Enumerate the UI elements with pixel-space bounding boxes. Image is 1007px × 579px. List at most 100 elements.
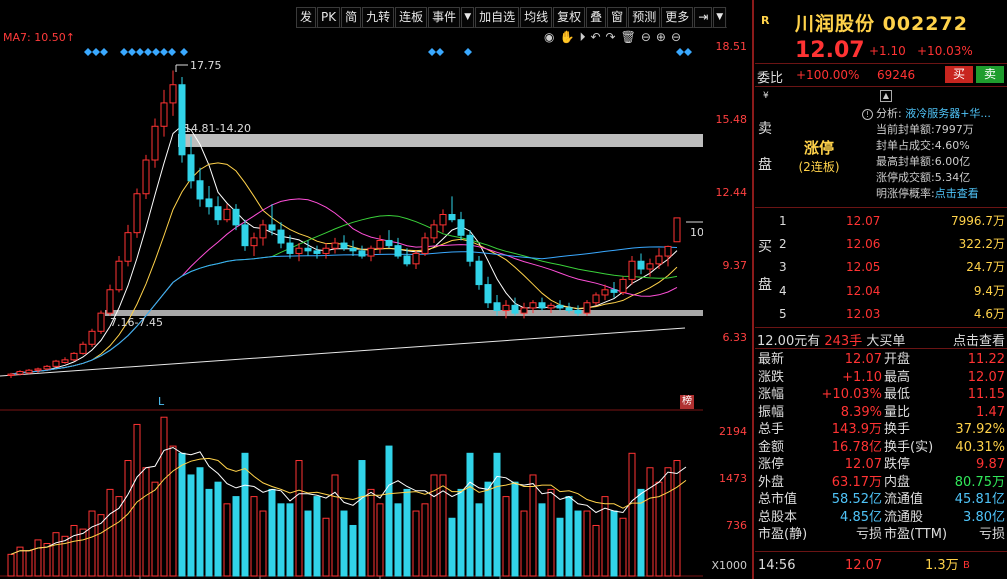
- quote-label: 市盈(静): [758, 527, 808, 542]
- signal-diamond: [160, 48, 168, 56]
- weibi-diff: 69246: [877, 68, 916, 82]
- analysis-val: 4.60%: [934, 139, 970, 152]
- tick-price: 12.07: [845, 558, 883, 573]
- signal-diamond: [684, 48, 692, 56]
- toolbar-adjust[interactable]: 复权: [553, 6, 586, 28]
- bid-row: 2 12.06 322.2万: [779, 234, 1007, 254]
- toolbar-fa[interactable]: 发: [296, 6, 317, 28]
- volume-bar: [169, 445, 177, 577]
- candle-body: [196, 180, 204, 200]
- divider: [755, 327, 1007, 328]
- candle-body: [124, 232, 132, 262]
- bid-price: 12.03: [846, 307, 881, 321]
- logout-icon[interactable]: ⇥: [694, 6, 713, 28]
- candle-body: [547, 304, 555, 309]
- bid-row: 4 12.04 9.4万: [779, 281, 1007, 301]
- candle-body: [439, 214, 447, 226]
- volume-bar: [70, 524, 78, 577]
- candle-body: [655, 255, 663, 265]
- volume-bar: [502, 496, 510, 577]
- axis-label-price: 9.37: [722, 259, 748, 272]
- volume-bar: [412, 510, 420, 577]
- volume-unit: X1000: [711, 559, 747, 572]
- buy-button[interactable]: 买: [945, 66, 973, 83]
- volume-bar: [43, 543, 51, 577]
- volume-bar: [304, 510, 312, 577]
- volume-bar: [421, 503, 429, 577]
- candle-body: [520, 307, 528, 314]
- volume-bar: [160, 416, 168, 577]
- volume-bar: [295, 460, 303, 577]
- collapse-up-icon[interactable]: ▲: [880, 90, 892, 102]
- analysis-key: 封单占成交:: [876, 139, 935, 152]
- signal-diamond: [676, 48, 684, 56]
- toolbar-dropdown[interactable]: ▼: [461, 6, 475, 28]
- axis-label-price: 15.48: [715, 113, 748, 126]
- toolbar-pk[interactable]: PK: [317, 6, 341, 28]
- bid-qty: 7996.7万: [951, 214, 1005, 228]
- bid-level: 1: [779, 214, 787, 228]
- volume-bar: [619, 517, 627, 577]
- candle-body: [151, 125, 159, 161]
- quote-value: 80.75万: [954, 474, 1005, 490]
- toolbar-overlay[interactable]: 叠: [586, 6, 607, 28]
- kline-chart[interactable]: 17.75 14.81-14.20 7.16-7.45 10 L: [0, 28, 703, 579]
- sell-button[interactable]: 卖: [976, 66, 1004, 83]
- weibi-label: 委比: [757, 71, 784, 86]
- bang-badge[interactable]: 榜: [680, 395, 694, 409]
- analysis-link[interactable]: 点击查看: [935, 187, 979, 200]
- volume-bar: [367, 488, 375, 577]
- volume-bar: [205, 488, 213, 577]
- toolbar-events[interactable]: 事件: [428, 6, 461, 28]
- volume-bar: [277, 503, 285, 577]
- axis-label-volume: 1473: [719, 472, 747, 485]
- quote-label: 开盘: [884, 352, 911, 367]
- volume-bar: [313, 496, 321, 577]
- analysis-value[interactable]: 液冷服务器+华...: [905, 107, 991, 120]
- bigbuy-link[interactable]: 点击查看: [953, 330, 1005, 349]
- toolbar-lianban[interactable]: 连板: [395, 6, 428, 28]
- quote-label: 最新: [758, 352, 785, 367]
- candle-body: [448, 214, 456, 221]
- quote-value: 63.17万: [831, 474, 882, 490]
- toolbar-simple[interactable]: 简: [341, 6, 362, 28]
- quote-label: 内盘: [884, 474, 911, 490]
- volume-bar: [574, 510, 582, 577]
- tick-direction: B: [963, 560, 970, 571]
- candle-body: [331, 242, 339, 249]
- candle-body: [79, 343, 87, 354]
- quote-label: 外盘: [758, 474, 785, 490]
- candle-body: [214, 206, 222, 221]
- toolbar-add-watchlist[interactable]: 加自选: [475, 6, 520, 28]
- candle-body: [367, 247, 375, 257]
- signal-diamond: [144, 48, 152, 56]
- price-change: +1.10: [869, 44, 906, 58]
- buy-side-label-2: 盘: [758, 277, 772, 293]
- toolbar-more[interactable]: 更多: [661, 6, 694, 28]
- quote-row: 市盈(静) 亏损 市盈(TTM) 亏损: [757, 526, 1007, 544]
- candle-body: [43, 365, 51, 370]
- analysis-box: ! 分析: 液冷服务器+华... 当前封单额:7997万 封单占成交:4.60% …: [862, 106, 991, 202]
- menu-down-icon[interactable]: ▼: [713, 6, 727, 28]
- toolbar-jiuzhuan[interactable]: 九转: [362, 6, 395, 28]
- candle-body: [286, 242, 294, 254]
- candle-body: [25, 369, 33, 374]
- bid-qty: 4.6万: [973, 307, 1005, 321]
- toolbar-window[interactable]: 窗: [607, 6, 628, 28]
- analysis-val: 7997万: [934, 123, 974, 136]
- candle-body: [430, 224, 438, 239]
- candle-body: [358, 250, 366, 257]
- toolbar-forecast[interactable]: 预测: [628, 6, 661, 28]
- volume-bar: [529, 474, 537, 577]
- volume-bar: [187, 474, 195, 577]
- candle-body: [7, 373, 15, 376]
- bid-level: 2: [779, 237, 787, 251]
- toolbar-ma[interactable]: 均线: [520, 6, 553, 28]
- quote-row: 总手 143.9万 换手 37.92%: [757, 421, 1007, 439]
- quote-label: 流通股: [884, 509, 924, 525]
- volume-bar: [124, 460, 132, 577]
- candle-body: [673, 217, 681, 243]
- candle-body: [178, 84, 186, 156]
- quote-value: 40.31%: [955, 439, 1005, 455]
- quote-value: 8.39%: [840, 404, 882, 420]
